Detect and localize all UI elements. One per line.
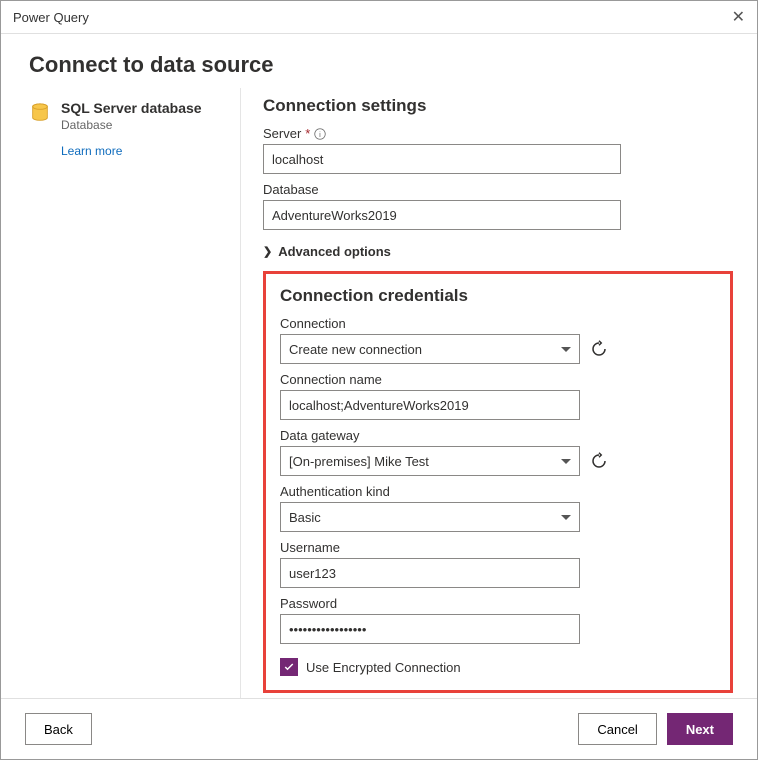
gateway-label: Data gateway: [280, 428, 716, 443]
connection-select[interactable]: Create new connection: [280, 334, 580, 364]
credentials-section: Connection credentials Connection Create…: [263, 271, 733, 693]
connection-name-input[interactable]: [280, 390, 580, 420]
username-input[interactable]: [280, 558, 580, 588]
password-input[interactable]: [280, 614, 580, 644]
connection-label: Connection: [280, 316, 716, 331]
gateway-select[interactable]: [On-premises] Mike Test: [280, 446, 580, 476]
footer: Back Cancel Next: [1, 698, 757, 759]
body: SQL Server database Database Learn more …: [1, 88, 757, 698]
encrypted-checkbox-row[interactable]: Use Encrypted Connection: [280, 658, 716, 676]
auth-select[interactable]: Basic: [280, 502, 580, 532]
connection-name-label: Connection name: [280, 372, 716, 387]
svg-text:i: i: [320, 130, 322, 139]
settings-heading: Connection settings: [263, 96, 733, 116]
chevron-right-icon: ❯: [263, 245, 272, 258]
database-icon: [29, 102, 51, 124]
server-label: Server* i: [263, 126, 733, 141]
title-bar: Power Query ✕: [1, 1, 757, 34]
server-input[interactable]: [263, 144, 621, 174]
username-label: Username: [280, 540, 716, 555]
page-heading: Connect to data source: [1, 34, 757, 88]
encrypted-label: Use Encrypted Connection: [306, 660, 461, 675]
left-panel: SQL Server database Database Learn more: [1, 88, 241, 698]
window-title: Power Query: [13, 10, 89, 25]
cancel-button[interactable]: Cancel: [578, 713, 656, 745]
info-icon[interactable]: i: [314, 128, 326, 140]
credentials-heading: Connection credentials: [280, 286, 716, 306]
next-button[interactable]: Next: [667, 713, 733, 745]
database-label: Database: [263, 182, 733, 197]
auth-label: Authentication kind: [280, 484, 716, 499]
required-star: *: [305, 126, 310, 141]
password-label: Password: [280, 596, 716, 611]
back-button[interactable]: Back: [25, 713, 92, 745]
connector-title: SQL Server database: [61, 100, 202, 116]
close-icon[interactable]: ✕: [732, 7, 745, 27]
database-input[interactable]: [263, 200, 621, 230]
learn-more-link[interactable]: Learn more: [61, 144, 222, 158]
connector-subtitle: Database: [61, 118, 202, 132]
checkbox-checked-icon[interactable]: [280, 658, 298, 676]
advanced-options-toggle[interactable]: ❯ Advanced options: [263, 244, 733, 259]
right-panel: Connection settings Server* i Database ❯…: [241, 88, 757, 698]
refresh-icon[interactable]: [590, 452, 608, 470]
refresh-icon[interactable]: [590, 340, 608, 358]
